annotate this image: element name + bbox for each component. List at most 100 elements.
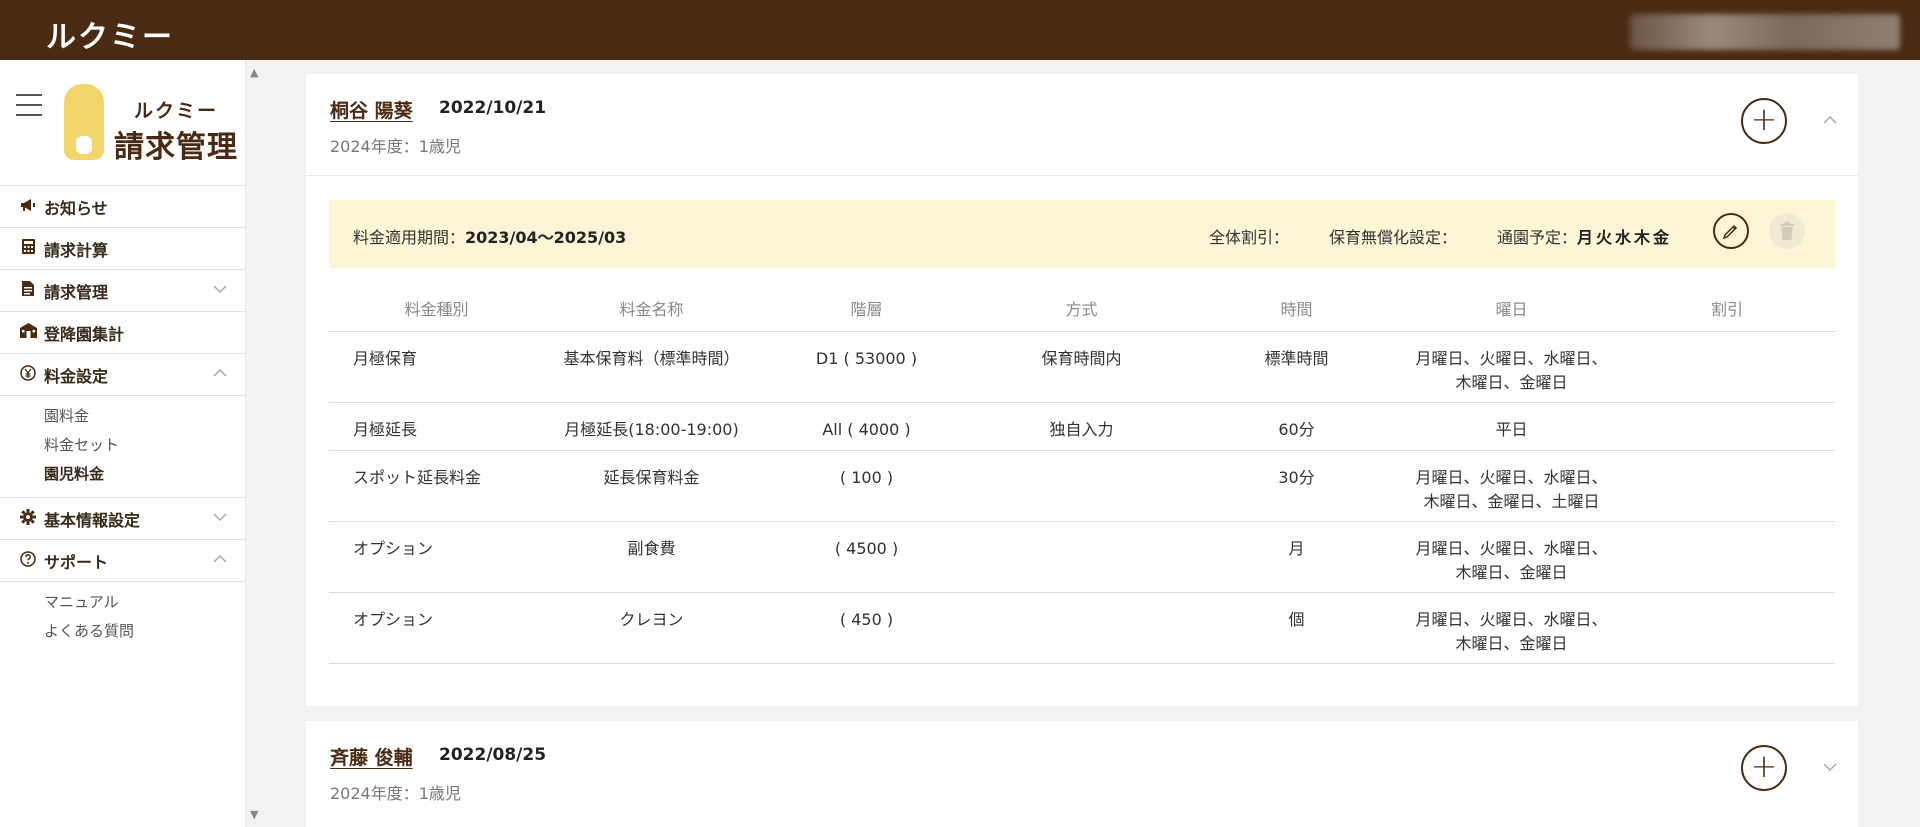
sidebar-item-label: 請求計算 bbox=[44, 240, 109, 260]
cell-time: 標準時間 bbox=[1189, 331, 1404, 403]
child-fee-card: 桐谷 陽葵 2022/10/21 2024年度：1歳児 + 料金適用期間：202… bbox=[306, 74, 1858, 706]
cell-days-line2: 木曜日、金曜日 bbox=[1455, 633, 1568, 653]
chevron-down-icon[interactable] bbox=[1823, 759, 1837, 773]
column-header-tier: 階層 bbox=[759, 286, 974, 332]
table-row: オプション 副食費 ( 4500 ) 月 月曜日、火曜日、水曜日、 木曜日、金曜日 bbox=[329, 521, 1835, 593]
document-icon bbox=[18, 281, 38, 300]
child-age-class: 2024年度：1歳児 bbox=[330, 137, 461, 156]
cell-discount bbox=[1619, 450, 1835, 522]
cell-fee-name: クレヨン bbox=[544, 592, 759, 664]
table-row: オプション クレヨン ( 450 ) 個 月曜日、火曜日、水曜日、 木曜日、金曜日 bbox=[329, 592, 1835, 664]
cell-days-line2: 木曜日、金曜日 bbox=[1455, 562, 1568, 582]
cell-days: 月曜日、火曜日、水曜日、 木曜日、金曜日 bbox=[1404, 592, 1619, 664]
child-birthdate: 2022/10/21 bbox=[439, 98, 547, 118]
sidebar-subitem-manual[interactable]: マニュアル bbox=[44, 588, 245, 617]
cell-fee-type: オプション bbox=[329, 592, 544, 664]
column-header-method: 方式 bbox=[974, 286, 1189, 332]
cell-discount bbox=[1619, 521, 1835, 593]
cell-time: 60分 bbox=[1189, 402, 1404, 451]
calculator-icon bbox=[18, 239, 38, 258]
child-fee-card: 斉藤 俊輔 2022/08/25 2024年度：1歳児 + bbox=[306, 721, 1858, 827]
trash-icon bbox=[1780, 222, 1794, 240]
table-row: 月極延長 月極延長(18:00-19:00) All ( 4000 ) 独自入力… bbox=[329, 402, 1835, 451]
cell-method bbox=[974, 592, 1189, 664]
cell-method: 保育時間内 bbox=[974, 331, 1189, 403]
add-fee-button[interactable]: + bbox=[1741, 98, 1787, 144]
sidebar-item-notices[interactable]: お知らせ bbox=[0, 186, 245, 228]
cell-time: 30分 bbox=[1189, 450, 1404, 522]
sidebar-item-billing-calc[interactable]: 請求計算 bbox=[0, 228, 245, 270]
sidebar-item-fee-settings[interactable]: 料金設定 bbox=[0, 354, 245, 396]
cell-tier: All ( 4000 ) bbox=[759, 402, 974, 451]
sidebar-item-label: お知らせ bbox=[44, 198, 108, 218]
cell-method: 独自入力 bbox=[974, 402, 1189, 451]
delete-fee-button[interactable] bbox=[1769, 213, 1805, 249]
sidebar-item-label: サポート bbox=[44, 552, 109, 572]
fee-period-bar: 料金適用期間：2023/04〜2025/03 全体割引： 保育無償化設定： 通園… bbox=[329, 200, 1835, 268]
cell-days: 月曜日、火曜日、水曜日、 木曜日、金曜日 bbox=[1404, 331, 1619, 403]
cell-discount bbox=[1619, 592, 1835, 664]
cell-fee-name: 基本保育料（標準時間） bbox=[544, 331, 759, 403]
chevron-up-icon[interactable] bbox=[1823, 112, 1837, 126]
logo-brand-text: ルクミー bbox=[134, 100, 219, 122]
fee-period-label: 料金適用期間： bbox=[353, 228, 466, 247]
sidebar-item-label: 登降園集計 bbox=[44, 324, 125, 344]
cell-days-line2: 木曜日、金曜日、土曜日 bbox=[1423, 491, 1600, 511]
cell-fee-type: 月極保育 bbox=[329, 331, 544, 403]
logo-app-title: 請求管理 bbox=[114, 130, 238, 165]
cell-discount bbox=[1619, 402, 1835, 451]
sidebar-subitem-child-fee[interactable]: 園児料金 bbox=[44, 460, 245, 489]
cell-tier: ( 4500 ) bbox=[759, 521, 974, 593]
cell-days: 月曜日、火曜日、水曜日、 木曜日、金曜日、土曜日 bbox=[1404, 450, 1619, 522]
chevron-up-icon bbox=[213, 366, 227, 384]
mascot-logo-icon bbox=[64, 84, 104, 160]
chevron-up-icon bbox=[213, 552, 227, 570]
cell-fee-name: 副食費 bbox=[544, 521, 759, 593]
fee-table: 料金種別 料金名称 階層 方式 時間 曜日 割引 月極保育 基本保育料（標準時間… bbox=[329, 286, 1835, 664]
add-fee-button[interactable]: + bbox=[1741, 745, 1787, 791]
cell-time: 月 bbox=[1189, 521, 1404, 593]
sidebar-subitem-fee-set[interactable]: 料金セット bbox=[44, 431, 245, 460]
attendance-days-label: 通園予定： bbox=[1497, 228, 1578, 247]
cell-tier: D1 ( 53000 ) bbox=[759, 331, 974, 403]
top-bar: ルクミー bbox=[0, 0, 1920, 60]
sidebar-item-support[interactable]: サポート bbox=[0, 540, 245, 582]
fee-period: 料金適用期間：2023/04〜2025/03 bbox=[353, 224, 626, 248]
cell-days-line1: 月曜日、火曜日、水曜日、 bbox=[1415, 467, 1608, 487]
cell-days-line1: 月曜日、火曜日、水曜日、 bbox=[1415, 348, 1608, 368]
cell-fee-type: 月極延長 bbox=[329, 402, 544, 451]
sidebar-subitem-faq[interactable]: よくある質問 bbox=[44, 617, 245, 646]
sidebar-item-basic-settings[interactable]: 基本情報設定 bbox=[0, 498, 245, 540]
cell-tier: ( 450 ) bbox=[759, 592, 974, 664]
sidebar-subitem-facility-fee[interactable]: 園料金 bbox=[44, 402, 245, 431]
cell-days-line1: 月曜日、火曜日、水曜日、 bbox=[1415, 538, 1608, 558]
child-name-link[interactable]: 桐谷 陽葵 bbox=[330, 96, 413, 123]
chevron-down-icon bbox=[213, 510, 227, 528]
hamburger-menu-icon[interactable] bbox=[16, 94, 42, 116]
cell-days-line1: 平日 bbox=[1495, 419, 1528, 439]
attendance-days: 通園予定：月火水木金 bbox=[1497, 224, 1672, 248]
support-submenu: マニュアル よくある質問 bbox=[0, 582, 245, 654]
child-name-link[interactable]: 斉藤 俊輔 bbox=[330, 743, 413, 770]
user-account-blurred[interactable] bbox=[1630, 14, 1900, 50]
cell-method bbox=[974, 450, 1189, 522]
brand-logo[interactable]: ルクミー bbox=[46, 12, 174, 56]
edit-fee-button[interactable] bbox=[1713, 213, 1749, 249]
cell-time: 個 bbox=[1189, 592, 1404, 664]
cell-fee-type: スポット延長料金 bbox=[329, 450, 544, 522]
help-icon bbox=[18, 550, 38, 571]
main-content: 桐谷 陽葵 2022/10/21 2024年度：1歳児 + 料金適用期間：202… bbox=[247, 60, 1893, 827]
fee-settings-submenu: 園料金 料金セット 園児料金 bbox=[0, 396, 245, 498]
cell-fee-type: オプション bbox=[329, 521, 544, 593]
child-card-header: 斉藤 俊輔 2022/08/25 2024年度：1歳児 + bbox=[306, 721, 1858, 823]
column-header-fee-type: 料金種別 bbox=[329, 286, 544, 332]
sidebar-item-attendance-summary[interactable]: 登降園集計 bbox=[0, 312, 245, 354]
table-row: スポット延長料金 延長保育料金 ( 100 ) 30分 月曜日、火曜日、水曜日、… bbox=[329, 450, 1835, 522]
sidebar-logo-area: ルクミー 請求管理 bbox=[0, 60, 245, 186]
cell-fee-name: 月極延長(18:00-19:00) bbox=[544, 402, 759, 451]
cell-days: 平日 bbox=[1404, 402, 1619, 451]
pencil-icon bbox=[1722, 224, 1738, 240]
sidebar-item-billing-management[interactable]: 請求管理 bbox=[0, 270, 245, 312]
chevron-down-icon bbox=[213, 282, 227, 300]
cell-discount bbox=[1619, 331, 1835, 403]
